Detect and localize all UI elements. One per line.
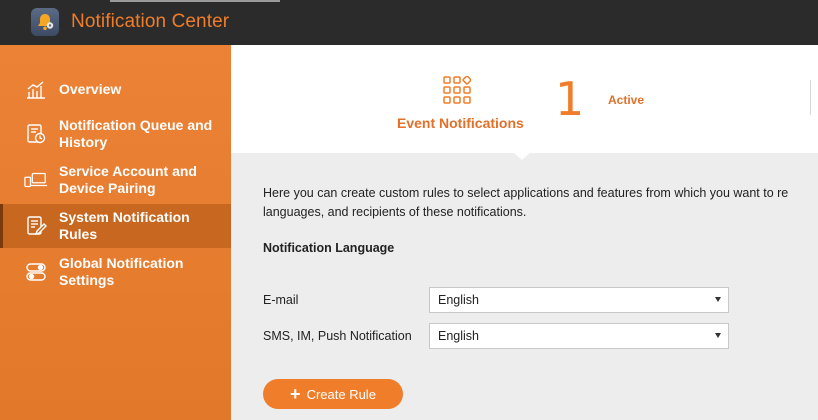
select-value: English xyxy=(438,329,479,343)
divider xyxy=(810,80,811,115)
caret-down-icon xyxy=(715,333,721,338)
app-title: Notification Center xyxy=(71,11,230,32)
section-title: Notification Language xyxy=(263,241,395,255)
plus-icon: + xyxy=(290,384,301,404)
summary-panel xyxy=(231,45,818,153)
sidebar-item-service-account[interactable]: Service Account and Device Pairing xyxy=(0,158,231,202)
active-count-label: Active xyxy=(608,93,645,107)
description-line: languages, and recipients of these notif… xyxy=(263,205,527,219)
history-icon xyxy=(24,123,48,145)
tab-event-notifications[interactable]: Event Notifications xyxy=(397,115,524,131)
title-bar-accent-line xyxy=(110,0,280,2)
tab-pointer xyxy=(513,152,531,160)
caret-down-icon xyxy=(715,297,721,302)
create-rule-button[interactable]: + Create Rule xyxy=(263,379,403,409)
toggles-icon xyxy=(24,261,48,283)
chart-icon xyxy=(24,78,48,100)
sidebar-item-label: Service Account and Device Pairing xyxy=(59,163,197,196)
sidebar-item-label: Overview xyxy=(59,80,122,97)
sidebar-item-global-settings[interactable]: Global Notification Settings xyxy=(0,250,231,294)
description-line: Here you can create custom rules to sele… xyxy=(263,186,789,200)
sidebar-item-label: Global Notification Settings xyxy=(59,255,184,288)
push-language-select[interactable]: English xyxy=(429,323,729,349)
devices-icon xyxy=(24,169,48,191)
create-rule-label: Create Rule xyxy=(306,386,376,402)
sidebar-item-overview[interactable]: Overview xyxy=(0,67,231,111)
bell-gear-icon xyxy=(31,8,59,36)
page-description: Here you can create custom rules to sele… xyxy=(263,184,818,222)
rules-icon xyxy=(24,215,48,237)
sidebar-item-label: System Notification Rules xyxy=(59,209,190,242)
select-value: English xyxy=(438,293,479,307)
push-language-label: SMS, IM, Push Notification xyxy=(263,329,412,343)
email-language-select[interactable]: English xyxy=(429,287,729,313)
sidebar-item-label: Notification Queue and History xyxy=(59,117,213,150)
sidebar-item-system-rules[interactable]: System Notification Rules xyxy=(0,204,231,248)
title-bar: Notification Center xyxy=(0,0,818,45)
grid-icon[interactable] xyxy=(443,75,472,109)
sidebar: Overview Notification Queue and History … xyxy=(0,45,231,420)
email-language-label: E-mail xyxy=(263,293,299,307)
sidebar-item-queue-history[interactable]: Notification Queue and History xyxy=(0,112,231,156)
active-count: 1 xyxy=(555,72,585,126)
